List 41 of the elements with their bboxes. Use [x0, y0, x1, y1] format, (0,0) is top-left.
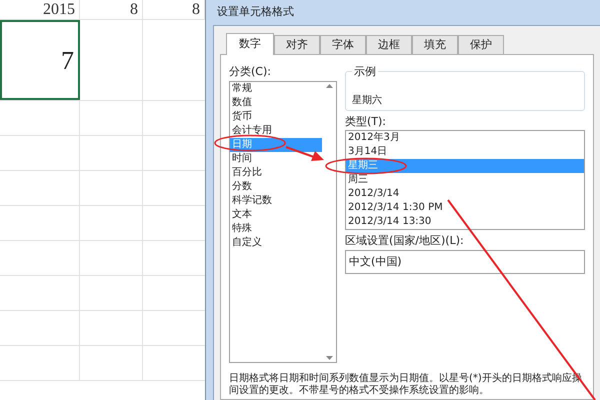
type-item[interactable]: 2012/3/14 1:30 PM: [346, 201, 445, 215]
category-item[interactable]: 时间: [230, 152, 254, 166]
tab[interactable]: 保护: [458, 35, 504, 54]
category-item[interactable]: 分数: [230, 180, 254, 194]
type-item[interactable]: 2012/3/14 13:30: [346, 215, 434, 229]
cell-value: 8: [192, 1, 200, 19]
description-text: 间设置的更改。不带星号的格式不受操作系统设置的影响。: [229, 385, 490, 397]
category-item[interactable]: 文本: [230, 208, 254, 222]
category-item[interactable]: 百分比: [230, 166, 264, 180]
scroll-up-icon[interactable]: [326, 84, 332, 88]
category-label: 分类(C):: [229, 65, 272, 79]
tab[interactable]: 边框: [366, 35, 412, 54]
sample-value: 星期六: [352, 95, 382, 106]
tab[interactable]: 字体: [320, 35, 366, 54]
type-item[interactable]: 3月14日: [346, 145, 390, 159]
active-cell[interactable]: 7: [0, 20, 80, 100]
type-item[interactable]: 周三: [346, 173, 370, 187]
tab[interactable]: 对齐: [274, 35, 320, 54]
category-item[interactable]: 会计专用: [230, 124, 274, 138]
type-label: 类型(T):: [345, 115, 388, 129]
category-item[interactable]: 数值: [230, 96, 254, 110]
annotation-ellipse: [214, 134, 286, 152]
category-item[interactable]: 特殊: [230, 222, 254, 236]
category-item[interactable]: 自定义: [230, 236, 264, 250]
category-list[interactable]: 常规 数值 货币 会计专用 日期 时间 百分比 分数 科学记数 文本 特殊 自定义: [229, 81, 337, 363]
type-list[interactable]: 2012年3月 3月14日 星期三 周三 2012/3/14 2012/3/14 1:30 PM 2012/3/14 13:30: [345, 130, 585, 230]
scroll-down-icon[interactable]: [326, 356, 332, 360]
sample-label: 示例: [352, 65, 378, 78]
tab[interactable]: 数字: [226, 33, 274, 55]
category-item[interactable]: 常规: [230, 82, 254, 96]
type-item[interactable]: 2012年3月: [346, 131, 402, 145]
cell-value: 2015: [43, 1, 75, 19]
annotation-arrow: [286, 146, 324, 161]
cell-value: 8: [130, 1, 138, 19]
category-item[interactable]: 科学记数: [230, 194, 274, 208]
tab[interactable]: 填充: [412, 35, 458, 54]
window-title: 设置单元格格式: [217, 4, 294, 20]
locale-label: 区域设置(国家/地区)(L):: [345, 234, 465, 248]
type-item[interactable]: 2012/3/14: [346, 187, 402, 201]
locale-dropdown[interactable]: 中文(中国): [345, 250, 585, 274]
category-item[interactable]: 货币: [230, 110, 254, 124]
